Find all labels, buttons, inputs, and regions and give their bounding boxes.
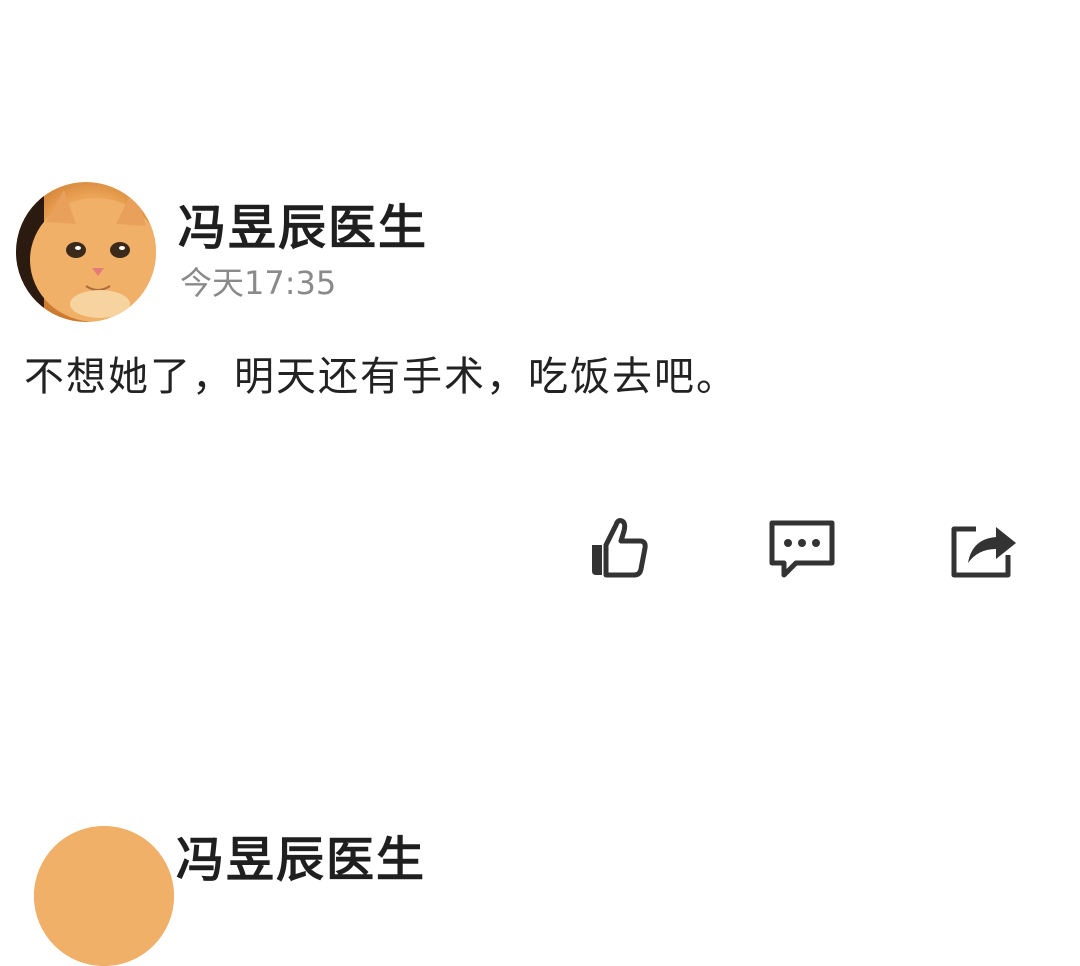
avatar[interactable] [34, 826, 174, 966]
post-content: 不想她了，明天还有手术，吃饭去吧。 [24, 354, 738, 400]
share-icon [951, 526, 1016, 578]
like-button[interactable] [578, 512, 658, 582]
kitten-avatar-icon [16, 182, 156, 322]
comment-icon [769, 520, 835, 578]
author-name[interactable]: 冯昱辰医生 [178, 188, 428, 258]
post-time: 今天17:35 [180, 264, 337, 302]
comment-button[interactable] [762, 514, 842, 584]
author-name[interactable]: 冯昱辰医生 [176, 820, 426, 890]
share-button[interactable] [942, 512, 1022, 582]
avatar[interactable] [16, 182, 156, 322]
kitten-avatar-icon [34, 826, 174, 966]
thumbs-up-icon [592, 518, 648, 578]
